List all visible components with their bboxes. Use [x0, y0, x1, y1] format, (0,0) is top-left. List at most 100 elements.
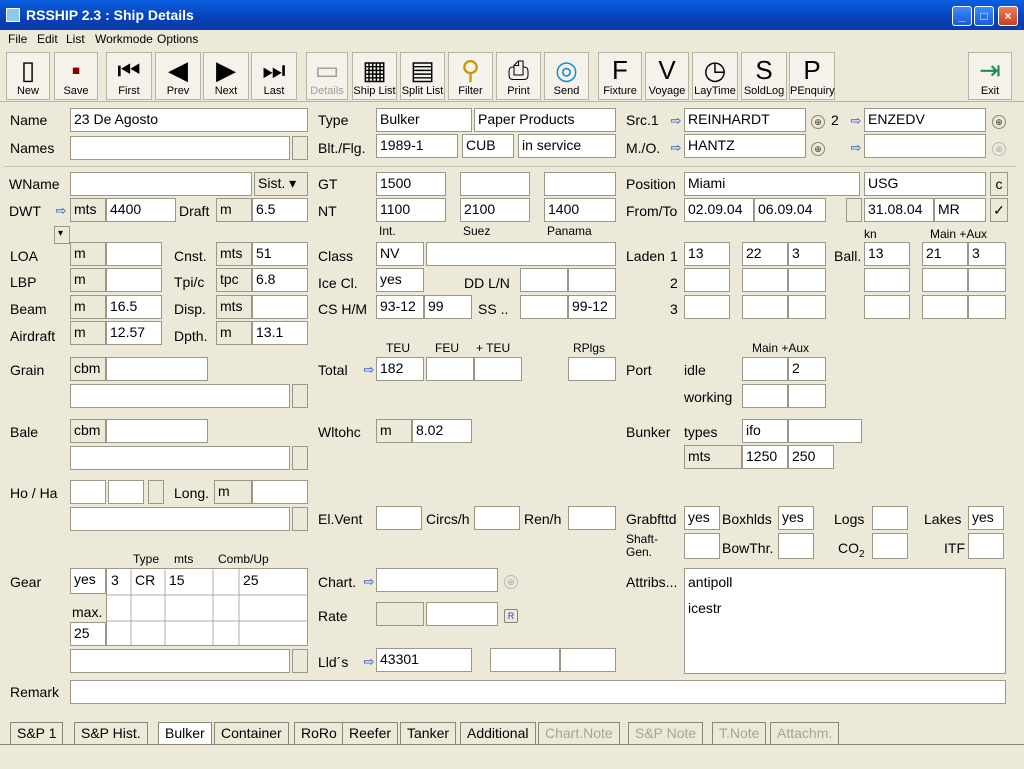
bow-thruster-field[interactable]: [778, 533, 814, 559]
logs-field[interactable]: [872, 506, 908, 530]
minimize-button[interactable]: _: [952, 6, 972, 26]
dd-l-field[interactable]: [520, 268, 568, 292]
ballast-aux-field[interactable]: 3: [968, 242, 1006, 266]
src2-field[interactable]: ENZEDV: [864, 108, 986, 132]
mo-field[interactable]: HANTZ: [684, 134, 806, 158]
next-button[interactable]: ▶ Next: [203, 52, 249, 100]
flag-field[interactable]: CUB: [462, 134, 514, 158]
tpic-field[interactable]: 6.8: [252, 268, 308, 292]
fixture-button[interactable]: F Fixture: [598, 52, 642, 100]
bunker-aux-field[interactable]: 250: [788, 445, 834, 469]
exit-button[interactable]: ⇥ Exit: [968, 52, 1012, 100]
voyage-button[interactable]: V Voyage: [645, 52, 689, 100]
ballast2-aux-field[interactable]: [968, 268, 1006, 292]
dpth-field[interactable]: 13.1: [252, 321, 308, 345]
boxhlds-field[interactable]: yes: [778, 506, 814, 530]
ship-list-button[interactable]: ▦ Ship List: [352, 52, 397, 100]
lbp-field[interactable]: [106, 268, 162, 292]
llds3-field[interactable]: [560, 648, 616, 672]
src1-field[interactable]: REINHARDT: [684, 108, 806, 132]
menu-list[interactable]: List: [66, 32, 85, 46]
grain-field[interactable]: [106, 357, 208, 381]
bunker-type-field[interactable]: ifo: [742, 419, 788, 443]
menu-file[interactable]: File: [8, 32, 27, 46]
bale-field[interactable]: [106, 419, 208, 443]
laytime-button[interactable]: ◷ LayTime: [692, 52, 738, 100]
sist-dropdown[interactable]: Sist. ▾: [254, 172, 308, 196]
ballast3-aux-field[interactable]: [968, 295, 1006, 319]
mo-lookup-icon[interactable]: ⊕: [811, 142, 825, 156]
dd-n-field[interactable]: [568, 268, 616, 292]
tab-sp1[interactable]: S&P 1: [10, 722, 64, 744]
rate-currency-field[interactable]: [376, 602, 424, 626]
from-date-field[interactable]: 02.09.04: [684, 198, 754, 222]
title-bar[interactable]: RSSHIP 2.3 : Ship Details _ □ ×: [0, 0, 1024, 30]
cnst-field[interactable]: 51: [252, 242, 308, 266]
ballast2-main-field[interactable]: [922, 268, 968, 292]
working-aux-field[interactable]: [788, 384, 826, 408]
names-button[interactable]: [292, 136, 308, 160]
print-button[interactable]: ⎙ Print: [496, 52, 541, 100]
laden2-main-field[interactable]: [742, 268, 788, 292]
long-field[interactable]: [252, 480, 308, 504]
name-field[interactable]: 23 De Agosto: [70, 108, 308, 132]
beam-field[interactable]: 16.5: [106, 295, 162, 319]
laden3-main-field[interactable]: [742, 295, 788, 319]
src2-lookup-icon[interactable]: ⊕: [992, 115, 1006, 129]
shaft-gen-field[interactable]: [684, 533, 720, 559]
laden2-kn-field[interactable]: [684, 268, 730, 292]
ren-field[interactable]: [568, 506, 616, 530]
class2-field[interactable]: [426, 242, 616, 266]
chart-field[interactable]: [376, 568, 498, 592]
tab-sp-hist[interactable]: S&P Hist.: [74, 722, 148, 744]
tab-reefer[interactable]: Reefer: [342, 722, 399, 744]
laden3-kn-field[interactable]: [684, 295, 730, 319]
wname-field[interactable]: [70, 172, 252, 196]
eta-date-field[interactable]: 31.08.04: [864, 198, 934, 222]
hatches-field[interactable]: [108, 480, 144, 504]
last-button[interactable]: ⏭ Last: [251, 52, 297, 100]
mo-arrow-icon[interactable]: ⇨: [669, 141, 683, 155]
gear-max-field[interactable]: 25: [70, 622, 106, 646]
loa-field[interactable]: [106, 242, 162, 266]
ho-ha-note-button[interactable]: [292, 507, 308, 531]
attribs-list[interactable]: antipoll icestr: [684, 568, 1006, 674]
tab-chart-note[interactable]: Chart.Note: [538, 722, 620, 744]
type2-field[interactable]: Paper Products: [474, 108, 616, 132]
src2-arrow-icon[interactable]: ⇨: [849, 114, 863, 128]
llds-arrow-icon[interactable]: ⇨: [362, 655, 376, 669]
rate-calc-icon[interactable]: R: [504, 609, 518, 623]
new-button[interactable]: ▯ New: [6, 52, 50, 100]
position-c-button[interactable]: c: [990, 172, 1008, 196]
bale-note-button[interactable]: [292, 446, 308, 470]
bunker-main-field[interactable]: 1250: [742, 445, 788, 469]
menu-workmode[interactable]: Workmode: [95, 32, 153, 46]
to-date-field[interactable]: 06.09.04: [754, 198, 826, 222]
soldlog-button[interactable]: S SoldLog: [741, 52, 787, 100]
gear-table[interactable]: 3 CR 15 25: [106, 568, 308, 646]
date-button[interactable]: [846, 198, 862, 222]
gear-field[interactable]: yes: [70, 568, 106, 594]
wltohc-field[interactable]: 8.02: [412, 419, 472, 443]
tab-attachm[interactable]: Attachm.: [770, 722, 840, 744]
ice-class-field[interactable]: yes: [376, 268, 424, 292]
save-button[interactable]: ▪ Save: [54, 52, 98, 100]
bunker-type2-field[interactable]: [788, 419, 862, 443]
disp-field[interactable]: [252, 295, 308, 319]
split-list-button[interactable]: ▤ Split List: [400, 52, 445, 100]
cs-h-field[interactable]: 93-12: [376, 295, 424, 319]
rplgs-field[interactable]: [568, 357, 616, 381]
names-field[interactable]: [70, 136, 290, 160]
confirm-check-icon[interactable]: ✓: [990, 198, 1008, 222]
ss-field[interactable]: 99-12: [568, 295, 616, 319]
ballast3-kn-field[interactable]: [864, 295, 910, 319]
type-field[interactable]: Bulker: [376, 108, 472, 132]
bale-note-field[interactable]: [70, 446, 290, 470]
lakes-field[interactable]: yes: [968, 506, 1004, 530]
gt2-field[interactable]: [460, 172, 530, 196]
tab-container[interactable]: Container: [214, 722, 289, 744]
src1-arrow-icon[interactable]: ⇨: [669, 114, 683, 128]
idle-main-field[interactable]: [742, 357, 788, 381]
maximize-button[interactable]: □: [974, 6, 994, 26]
send-button[interactable]: ◎ Send: [544, 52, 589, 100]
